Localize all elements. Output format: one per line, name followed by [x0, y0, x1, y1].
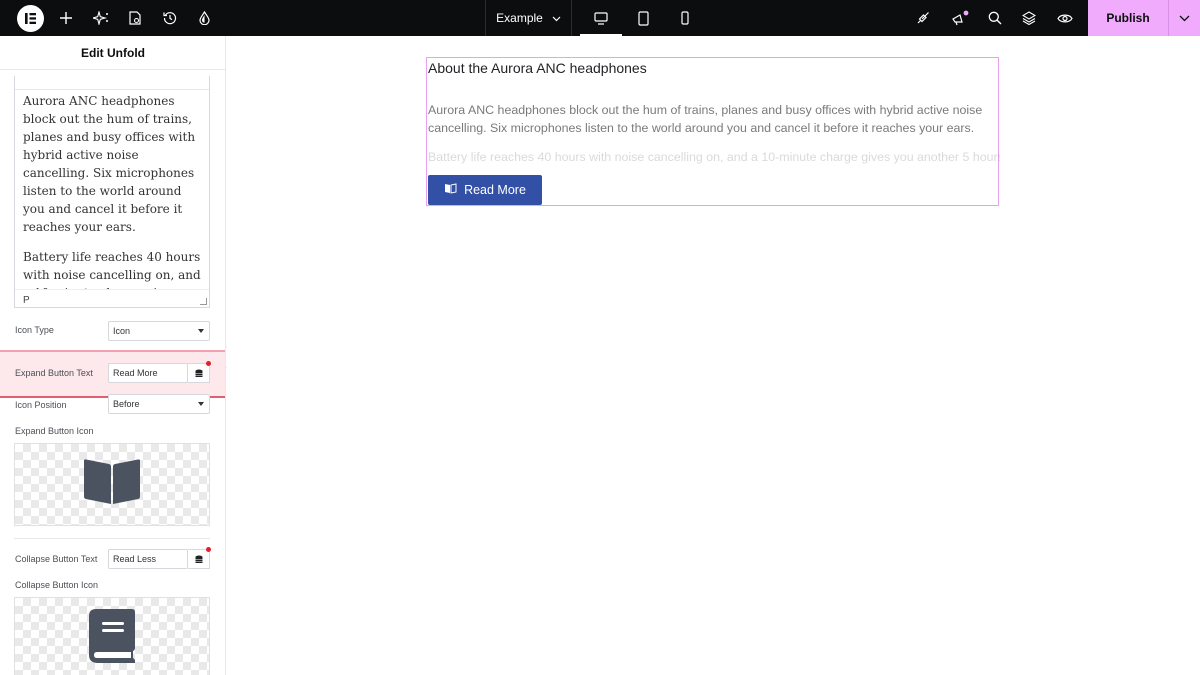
collapse-text-input[interactable]: Read Less [108, 549, 188, 569]
book-icon [88, 608, 136, 669]
select-caret-icon [198, 329, 204, 333]
widget-faded-text: Battery life reaches 40 hours with noise… [428, 150, 1000, 164]
dynamic-indicator-dot [206, 547, 211, 552]
unfold-widget[interactable]: About the Aurora ANC headphones Aurora A… [426, 57, 1000, 206]
dynamic-indicator-dot [206, 361, 211, 366]
theme-style-icon[interactable] [195, 0, 213, 36]
elementor-logo-icon[interactable] [17, 5, 44, 32]
document-name: Example [496, 11, 543, 25]
collapse-text-label: Collapse Button Text [15, 554, 98, 564]
icon-position-value: Before [113, 399, 140, 409]
desktop-icon[interactable] [580, 0, 622, 36]
content-editor[interactable]: Aurora ANC headphones block out the hum … [14, 76, 210, 308]
expand-icon-label: Expand Button Icon [15, 426, 94, 436]
resize-handle-icon[interactable] [200, 298, 207, 305]
book-open-icon [444, 183, 457, 197]
expand-text-input[interactable]: Read More [108, 363, 188, 383]
dynamic-tags-icon[interactable] [188, 549, 210, 569]
widget-heading: About the Aurora ANC headphones [428, 60, 647, 76]
icon-type-label: Icon Type [15, 325, 54, 335]
collapse-icon-label: Collapse Button Icon [15, 580, 99, 590]
document-switcher[interactable]: Example [485, 0, 572, 36]
editor-paragraph-1[interactable]: Aurora ANC headphones block out the hum … [15, 92, 209, 236]
add-icon[interactable] [56, 0, 76, 36]
structure-icon[interactable] [1019, 0, 1039, 36]
page-settings-icon[interactable] [126, 0, 144, 36]
select-caret-icon [198, 402, 204, 406]
chevron-down-icon [552, 11, 561, 25]
top-bar: Example Publish [0, 0, 1200, 36]
history-icon[interactable] [160, 0, 180, 36]
collapse-icon-picker[interactable] [14, 597, 210, 675]
publish-button[interactable]: Publish [1088, 0, 1168, 36]
expand-text-label: Expand Button Text [15, 368, 93, 378]
ai-sparkle-icon[interactable] [90, 0, 112, 36]
search-icon[interactable] [985, 0, 1005, 36]
read-more-label: Read More [464, 183, 526, 197]
mobile-icon[interactable] [664, 0, 706, 36]
site-settings-icon[interactable] [913, 0, 933, 36]
icon-position-select[interactable]: Before [108, 394, 210, 414]
panel-title: Edit Unfold [0, 36, 225, 70]
editor-panel: Edit Unfold Aurora ANC headphones block … [0, 36, 226, 675]
icon-type-select[interactable]: Icon [108, 321, 210, 341]
read-more-button[interactable]: Read More [428, 175, 542, 205]
icon-type-value: Icon [113, 326, 131, 336]
section-divider [14, 538, 210, 539]
expand-icon-picker[interactable] [14, 443, 210, 526]
tablet-icon[interactable] [622, 0, 664, 36]
widget-body-text: Aurora ANC headphones block out the hum … [428, 103, 983, 135]
whats-new-icon[interactable] [949, 0, 971, 36]
book-open-icon [81, 458, 143, 511]
publish-options-chevron-icon[interactable] [1168, 0, 1200, 36]
editor-path-tag: P [15, 289, 209, 307]
icon-position-label: Icon Position [15, 400, 67, 410]
dynamic-tags-icon[interactable] [188, 363, 210, 383]
preview-icon[interactable] [1054, 0, 1076, 36]
